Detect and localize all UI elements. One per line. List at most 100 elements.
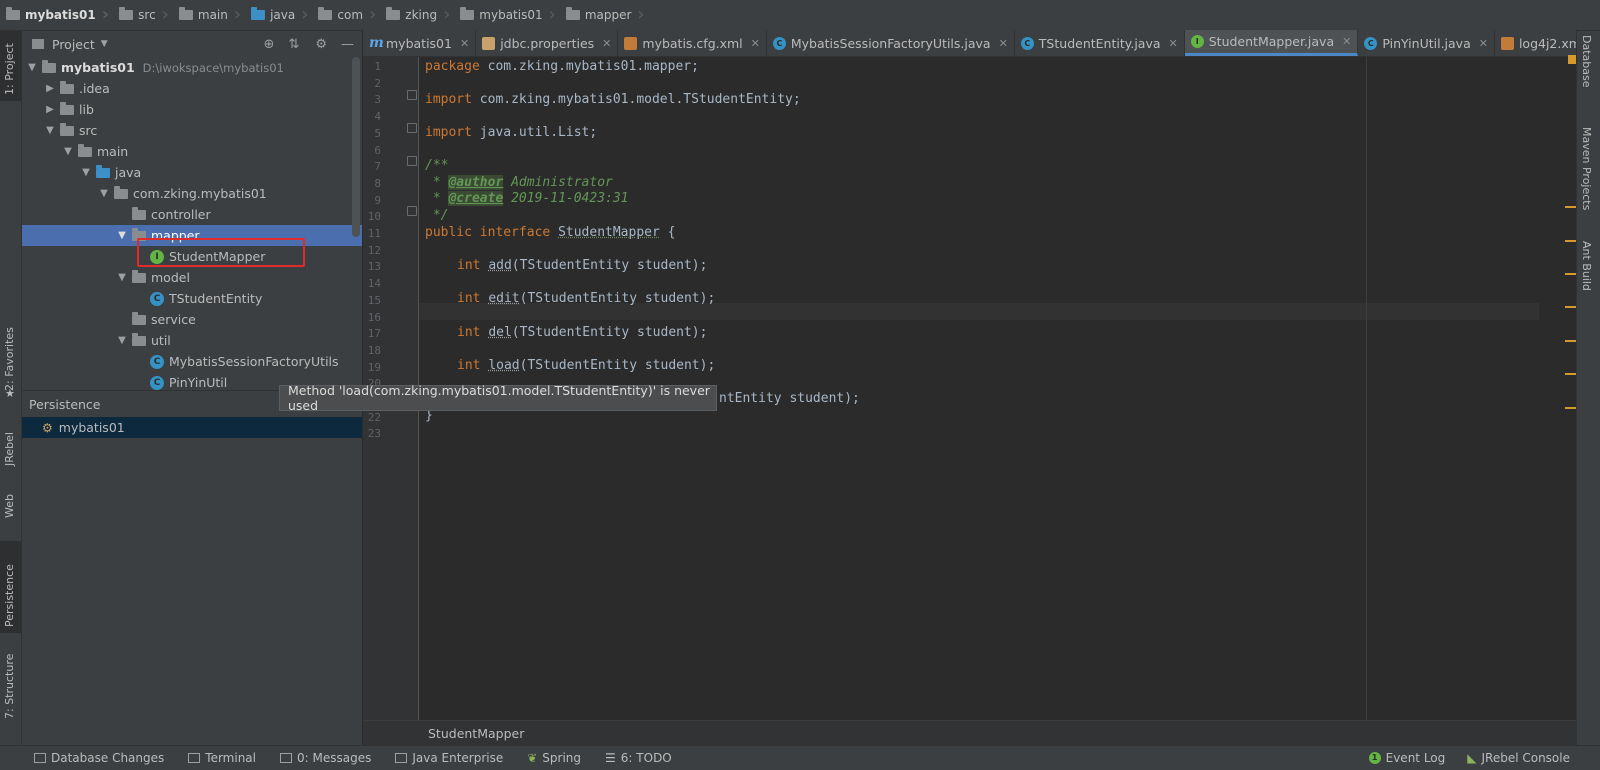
project-view-selector[interactable]: Project xyxy=(52,37,95,52)
editor-breadcrumb-item[interactable]: StudentMapper xyxy=(428,726,524,741)
tab-pinyin-util[interactable]: C PinYinUtil.java ✕ xyxy=(1358,30,1495,56)
tab-tstudent-entity[interactable]: C TStudentEntity.java ✕ xyxy=(1015,30,1185,56)
line-number: 9 xyxy=(374,193,381,207)
code-line-1: package com.zking.mybatis01.mapper; xyxy=(425,59,699,74)
folder-icon xyxy=(60,122,74,136)
close-icon[interactable]: ✕ xyxy=(1169,37,1178,50)
close-icon[interactable]: ✕ xyxy=(999,37,1008,50)
tool-tab-project[interactable]: 1: Project xyxy=(0,31,21,101)
collapse-all-icon[interactable]: ⇅ xyxy=(288,37,299,52)
properties-file-icon xyxy=(482,36,496,50)
tree-item[interactable]: ▶ .idea xyxy=(22,78,362,99)
expand-arrow-icon[interactable]: ▼ xyxy=(116,230,128,241)
collapse-arrow-icon[interactable]: ▶ xyxy=(44,104,56,115)
tree-item[interactable]: ▼ com.zking.mybatis01 xyxy=(22,183,362,204)
tree-item[interactable]: ▼ model xyxy=(22,267,362,288)
breadcrumb-item[interactable]: zking › xyxy=(380,0,454,30)
todo-button[interactable]: ☰ 6: TODO xyxy=(605,751,672,765)
collapse-arrow-icon[interactable]: ▶ xyxy=(44,83,56,94)
breadcrumb-separator: › xyxy=(369,4,377,25)
code-line-5: import java.util.List; xyxy=(425,125,598,140)
tree-item[interactable]: service xyxy=(22,309,362,330)
terminal-button[interactable]: Terminal xyxy=(188,751,256,765)
tree-item[interactable]: C TStudentEntity xyxy=(22,288,362,309)
expand-arrow-icon[interactable]: ▼ xyxy=(62,146,74,157)
package-icon xyxy=(132,206,146,220)
java-enterprise-icon xyxy=(395,753,408,763)
close-icon[interactable]: ✕ xyxy=(460,37,469,50)
code-line-8: * @author Administrator xyxy=(425,175,613,190)
fold-marker-icon[interactable] xyxy=(407,123,417,133)
breadcrumb-separator: › xyxy=(548,4,556,25)
tree-item[interactable]: ▼ main xyxy=(22,141,362,162)
tree-item[interactable]: controller xyxy=(22,204,362,225)
inspection-status-icon[interactable] xyxy=(1568,55,1576,64)
breadcrumb-item[interactable]: mybatis01 › xyxy=(454,0,560,30)
project-scrollbar[interactable] xyxy=(352,57,360,237)
tab-mybatis01[interactable]: m mybatis01 ✕ xyxy=(363,30,477,56)
line-number: 17 xyxy=(367,327,381,341)
fold-marker-icon[interactable] xyxy=(407,90,417,100)
tool-tab-persistence[interactable]: Persistence xyxy=(0,541,21,633)
line-number: 12 xyxy=(367,243,381,257)
folder-icon xyxy=(78,143,92,157)
breadcrumb-separator: › xyxy=(161,4,169,25)
tab-jdbc-properties[interactable]: jdbc.properties ✕ xyxy=(476,30,619,56)
close-icon[interactable]: ✕ xyxy=(751,37,760,50)
folder-icon xyxy=(60,80,74,94)
tree-item[interactable]: C MybatisSessionFactoryUtils xyxy=(22,351,362,372)
expand-arrow-icon[interactable]: ▼ xyxy=(116,272,128,283)
breadcrumb-item[interactable]: mapper › xyxy=(560,0,649,30)
event-log-icon: 1 xyxy=(1368,752,1381,764)
tree-item[interactable]: ▼ src xyxy=(22,120,362,141)
expand-arrow-icon[interactable]: ▼ xyxy=(98,188,110,199)
tool-tab-favorites[interactable]: 2: Favorites xyxy=(0,321,21,396)
breadcrumb-item[interactable]: main › xyxy=(173,0,245,30)
close-icon[interactable]: ✕ xyxy=(602,37,611,50)
line-number: 8 xyxy=(374,176,381,190)
breadcrumb-separator: › xyxy=(101,4,110,25)
tab-mybatis-session-factory-utils[interactable]: C MybatisSessionFactoryUtils.java ✕ xyxy=(767,30,1015,56)
gear-icon[interactable]: ⚙ xyxy=(315,37,327,52)
breadcrumb-item[interactable]: mybatis01 › xyxy=(0,0,113,30)
expand-arrow-icon[interactable]: ▼ xyxy=(26,62,38,73)
fold-marker-icon[interactable] xyxy=(407,156,417,166)
tree-item[interactable]: ▶ lib xyxy=(22,99,362,120)
breadcrumb-item[interactable]: com › xyxy=(312,0,380,30)
tab-student-mapper[interactable]: I StudentMapper.java ✕ xyxy=(1184,30,1359,56)
tool-tab-structure[interactable]: 7: Structure xyxy=(0,643,21,723)
source-folder-icon xyxy=(96,164,110,178)
editor-tab-bar: m mybatis01 ✕ jdbc.properties ✕ mybatis.cfg… xyxy=(363,30,1600,57)
event-log-button[interactable]: 1 Event Log xyxy=(1368,751,1445,765)
class-icon: C xyxy=(150,375,164,390)
tree-root[interactable]: ▼ mybatis01 D:\iwokspace\mybatis01 xyxy=(22,57,356,78)
tree-item[interactable]: ▼ java xyxy=(22,162,362,183)
module-icon xyxy=(6,7,20,20)
fold-marker-icon[interactable] xyxy=(407,206,417,216)
database-changes-button[interactable]: Database Changes xyxy=(34,751,164,765)
tab-mybatis-cfg-xml[interactable]: mybatis.cfg.xml ✕ xyxy=(618,30,767,56)
hide-panel-icon[interactable]: — xyxy=(341,37,354,52)
jrebel-console-button[interactable]: ◣ JRebel Console xyxy=(1467,751,1570,765)
scroll-from-source-icon[interactable]: ⊕ xyxy=(264,37,275,52)
java-enterprise-button[interactable]: Java Enterprise xyxy=(395,751,503,765)
expand-arrow-icon[interactable]: ▼ xyxy=(116,335,128,346)
line-number: 11 xyxy=(367,227,381,240)
tree-item[interactable]: ▼ util xyxy=(22,330,362,351)
interface-icon: I xyxy=(1190,35,1204,48)
breadcrumb-item[interactable]: java › xyxy=(245,0,312,30)
spring-button[interactable]: ❦ Spring xyxy=(527,751,581,765)
expand-arrow-icon[interactable]: ▼ xyxy=(44,125,56,136)
breadcrumb-item[interactable]: src › xyxy=(113,0,173,30)
messages-button[interactable]: 0: Messages xyxy=(280,751,371,765)
persistence-tree: ⚙ mybatis01 xyxy=(22,417,362,745)
tool-tab-web[interactable]: Web xyxy=(0,483,21,538)
line-number: 14 xyxy=(367,277,381,291)
close-icon[interactable]: ✕ xyxy=(1342,35,1351,48)
xml-file-icon xyxy=(624,36,638,50)
tool-tab-jrebel[interactable]: JRebel xyxy=(0,416,21,476)
chevron-down-icon[interactable]: ▼ xyxy=(101,39,108,49)
close-icon[interactable]: ✕ xyxy=(1479,37,1488,50)
persistence-item[interactable]: ⚙ mybatis01 xyxy=(22,417,362,438)
expand-arrow-icon[interactable]: ▼ xyxy=(80,167,92,178)
